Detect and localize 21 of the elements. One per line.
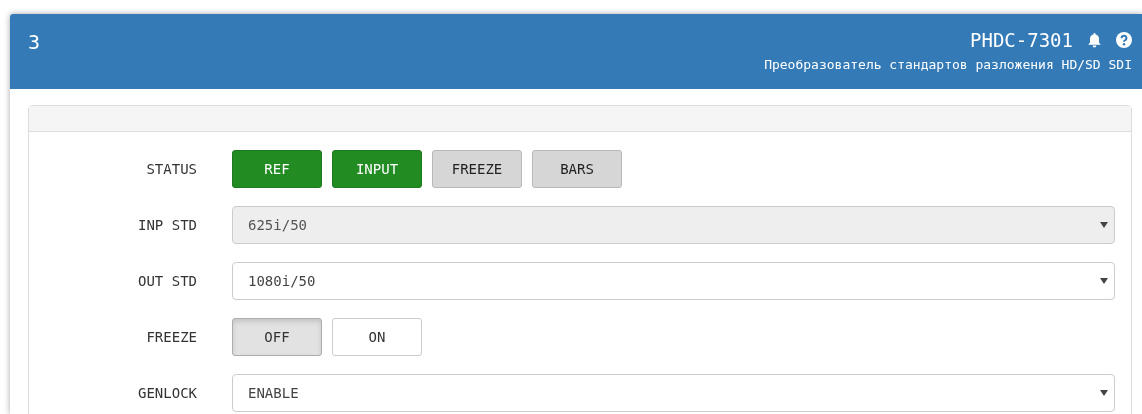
toggle-button[interactable]: OFF — [232, 318, 322, 356]
setting-label: STATUS — [145, 161, 197, 177]
dropdown-field[interactable]: 1080i/50 — [232, 262, 1115, 300]
caret-icon — [1100, 278, 1108, 284]
device-description: Преобразователь стандартов разложения HD/SD SDI — [764, 57, 1132, 72]
toggle-button[interactable]: ON — [332, 318, 422, 356]
help-icon[interactable] — [1116, 32, 1132, 48]
caret-icon — [1100, 222, 1108, 228]
caret-icon — [1100, 390, 1108, 396]
setting-label: GENLOCK — [137, 385, 197, 401]
device-model: PHDC-7301 — [970, 29, 1073, 51]
bell-icon[interactable] — [1087, 32, 1102, 48]
card-number: 3 — [28, 30, 41, 56]
status-indicator: INPUT — [332, 150, 422, 188]
setting-label: FREEZE — [145, 329, 197, 345]
status-indicator: REF — [232, 150, 322, 188]
setting-label: INP STD — [137, 217, 197, 233]
setting-label: OUT STD — [137, 273, 197, 289]
status-indicator: FREEZE — [432, 150, 522, 188]
dropdown-field[interactable]: ENABLE — [232, 374, 1115, 412]
status-indicator: BARS — [532, 150, 622, 188]
